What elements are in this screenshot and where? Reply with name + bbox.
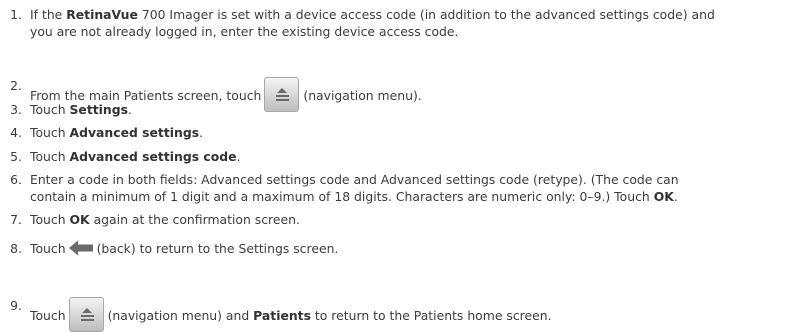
ui-label: OK [69, 212, 90, 227]
step-text-part: to return to the Patients home screen. [310, 308, 552, 323]
ui-label: OK [653, 189, 674, 204]
ui-label: Settings [69, 102, 129, 117]
step-text: Enter a code in both fields: Advanced se… [30, 171, 679, 205]
step-text-part: (navigation menu) and [107, 308, 254, 323]
step-text-part: . [673, 189, 678, 204]
step-number: 4. [10, 125, 22, 140]
step-text-part: 700 Imager is set with a device access c… [137, 7, 715, 22]
ui-label: Patients [253, 308, 311, 323]
step-text: Touch Advanced settings. [30, 124, 203, 141]
step-text-part: Touch [30, 149, 70, 164]
product-name: RetinaVue [66, 7, 138, 22]
step-number: 3. [10, 102, 22, 117]
step-text-part: contain a minimum of 1 digit and a maxim… [30, 189, 654, 204]
step-text: Touch (navigation menu) and Patients to r… [30, 297, 552, 332]
step-text: Touch Advanced settings code. [30, 148, 241, 165]
step-text-part: you are not already logged in, enter the… [30, 24, 459, 39]
step-text-part: (navigation menu). [303, 88, 422, 103]
step-text-part: . [236, 149, 241, 164]
step-number: 1. [10, 7, 22, 22]
step-text-part: Enter a code in both fields: Advanced se… [30, 172, 679, 187]
step-text-part: Touch [30, 102, 70, 117]
step-text: Touch OK again at the confirmation scree… [30, 211, 300, 228]
step-number: 8. [10, 241, 22, 256]
ui-label: Advanced settings [69, 125, 200, 140]
step-text: Touch (back) to return to the Settings sc… [30, 240, 338, 257]
step-text-part: . [128, 102, 132, 117]
step-text-part: Touch [30, 212, 70, 227]
procedure-steps-list: 1. If the RetinaVue 700 Imager is set wi… [0, 0, 807, 332]
step-text: Touch Settings. [30, 101, 132, 118]
navigation-menu-icon [68, 297, 104, 332]
ui-label: Advanced settings code [69, 149, 237, 164]
step-text-part: Touch [30, 125, 70, 140]
step-text-part: . [199, 125, 204, 140]
step-number: 5. [10, 149, 22, 164]
step-text-part: again at the confirmation screen. [89, 212, 300, 227]
step-text-part: (back) to return to the Settings screen. [96, 241, 339, 256]
step-number: 7. [10, 212, 22, 227]
step-number: 6. [10, 172, 22, 187]
step-text-part: Touch [30, 308, 66, 323]
back-arrow-icon [68, 240, 93, 256]
navigation-menu-icon [264, 77, 300, 112]
step-text: If the RetinaVue 700 Imager is set with … [30, 6, 715, 40]
step-number: 9. [10, 298, 22, 313]
step-text-part: Touch [30, 241, 66, 256]
step-text-part: If the [30, 7, 67, 22]
step-number: 2. [10, 78, 22, 93]
